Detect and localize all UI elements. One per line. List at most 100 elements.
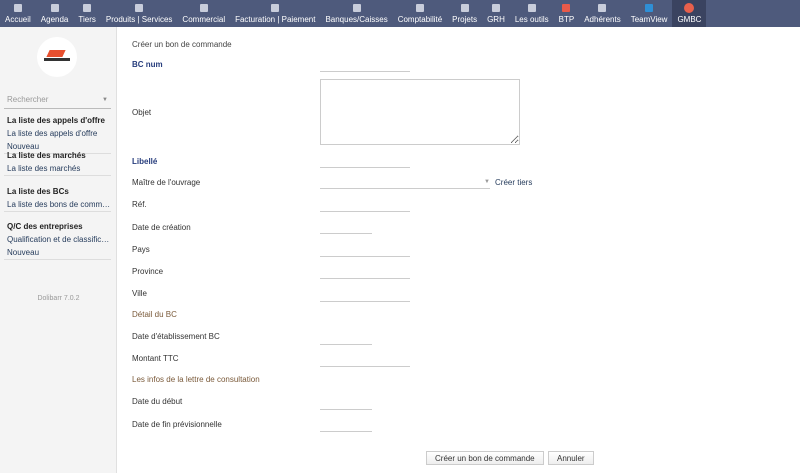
sidebar: Rechercher ▼ La liste des appels d'offre L… xyxy=(0,27,117,473)
montant-ttc-input[interactable] xyxy=(320,366,410,367)
nav-item-tiers[interactable]: Tiers xyxy=(73,0,100,27)
nav-item-gmbc[interactable]: GMBC xyxy=(672,0,707,27)
nav-item-grh[interactable]: GRH xyxy=(482,0,510,27)
nav-item-label: Commercial xyxy=(182,15,226,24)
field-label: Date de fin prévisionnelle xyxy=(132,420,222,429)
page-title: Créer un bon de commande xyxy=(132,40,232,49)
nav-item-agenda[interactable]: Agenda xyxy=(36,0,74,27)
nav-item-produits-services[interactable]: Produits | Services xyxy=(101,0,178,27)
nav-item-teamview[interactable]: TeamView xyxy=(626,0,673,27)
nav-item-label: Accueil xyxy=(5,15,31,24)
suitcase-icon xyxy=(199,4,208,12)
building-icon xyxy=(83,4,92,12)
cubes-icon xyxy=(135,4,144,12)
sidebar-menu-title[interactable]: Q/C des entreprises xyxy=(4,220,111,233)
nav-item-commercial[interactable]: Commercial xyxy=(177,0,230,27)
field-label: Libellé xyxy=(132,157,158,166)
main-content: Créer un bon de commande BC num Objet Libe… xyxy=(117,27,800,473)
nav-item-label: TeamView xyxy=(630,15,668,24)
section-heading: Détail du BC xyxy=(132,310,177,319)
company-logo[interactable] xyxy=(37,37,77,77)
field-label: Montant TTC xyxy=(132,354,179,363)
field-label: Maître de l'ouvrage xyxy=(132,178,201,187)
field-label: Ville xyxy=(132,289,147,298)
create-order-button[interactable]: Créer un bon de commande xyxy=(426,451,544,465)
sidebar-menu-title[interactable]: La liste des BCs xyxy=(4,185,111,198)
nav-item-label: GMBC xyxy=(677,15,702,24)
sidebar-menu-title[interactable]: La liste des appels d'offre xyxy=(4,114,111,127)
sidebar-menu-block: La liste des appels d'offre La liste des … xyxy=(4,114,111,154)
sidebar-menu-block: La liste des BCs La liste des bons de com… xyxy=(4,185,111,212)
nav-item-les-outils[interactable]: Les outils xyxy=(510,0,554,27)
chevron-down-icon: ▼ xyxy=(102,97,108,103)
nav-item-accueil[interactable]: Accueil xyxy=(0,0,36,27)
nav-item-comptabilit-[interactable]: Comptabilité xyxy=(393,0,447,27)
project-icon xyxy=(460,4,469,12)
nav-item-label: BTP xyxy=(558,15,575,24)
field-label: Objet xyxy=(132,108,152,117)
btp-icon xyxy=(562,4,571,12)
nav-item-label: Comptabilité xyxy=(397,15,443,24)
nav-item-facturation-paiement[interactable]: Facturation | Paiement xyxy=(230,0,320,27)
field-label: Pays xyxy=(132,245,150,254)
sidebar-menu-link[interactable]: La liste des marchés xyxy=(4,162,111,175)
ville-input[interactable] xyxy=(320,301,410,302)
nav-item-banques-caisses[interactable]: Banques/Caisses xyxy=(320,0,392,27)
accounting-icon xyxy=(415,4,424,12)
version-label: Dolibarr 7.0.2 xyxy=(37,295,80,302)
nav-item-label: GRH xyxy=(487,15,505,24)
cancel-button[interactable]: Annuler xyxy=(548,451,594,465)
sidebar-menu-block: La liste des marchés La liste des marchés xyxy=(4,149,111,176)
gmbc-icon xyxy=(684,3,695,13)
field-label: BC num xyxy=(132,60,163,69)
nav-item-label: Banques/Caisses xyxy=(325,15,388,24)
sidebar-menu-link[interactable]: La liste des appels d'offre xyxy=(4,127,111,140)
home-icon xyxy=(13,4,22,12)
date-creation-input[interactable] xyxy=(320,233,372,234)
field-label: Date de création xyxy=(132,223,191,232)
nav-item-label: Les outils xyxy=(514,15,549,24)
bank-icon xyxy=(352,4,361,12)
search-placeholder: Rechercher xyxy=(7,95,49,104)
province-input[interactable] xyxy=(320,278,410,279)
nav-item-label: Agenda xyxy=(40,15,69,24)
pays-input[interactable] xyxy=(320,256,410,257)
date-fin-input[interactable] xyxy=(320,431,372,432)
create-tiers-link[interactable]: Créer tiers xyxy=(495,178,532,187)
maitre-ouvrage-select[interactable] xyxy=(320,188,490,189)
nav-item-label: Facturation | Paiement xyxy=(235,15,316,24)
invoice-icon xyxy=(271,4,280,12)
chevron-down-icon: ▼ xyxy=(484,179,490,185)
field-label: Province xyxy=(132,267,164,276)
logo-mark-icon xyxy=(44,50,70,64)
nav-item-adh-rents[interactable]: Adhérents xyxy=(579,0,625,27)
team-icon xyxy=(645,4,654,12)
sidebar-menu-link[interactable]: La liste des bons de commandes xyxy=(4,198,111,211)
nav-item-label: Projets xyxy=(452,15,478,24)
nav-item-btp[interactable]: BTP xyxy=(554,0,580,27)
sidebar-menu-link[interactable]: Qualification et de classification xyxy=(4,233,111,246)
members-icon xyxy=(598,4,607,12)
top-navigation: Accueil Agenda Tiers Produits | Services Com… xyxy=(0,0,800,27)
libelle-input[interactable] xyxy=(320,167,410,168)
date-etablissement-input[interactable] xyxy=(320,344,372,345)
field-label: Réf. xyxy=(132,200,147,209)
search-select[interactable]: Rechercher ▼ xyxy=(4,95,111,109)
section-heading: Les infos de la lettre de consultation xyxy=(132,375,260,384)
sidebar-menu-title[interactable]: La liste des marchés xyxy=(4,149,111,162)
tools-icon xyxy=(527,4,536,12)
sidebar-menu-block: Q/C des entreprises Qualification et de c… xyxy=(4,220,111,260)
field-label: Date du début xyxy=(132,397,183,406)
objet-textarea[interactable] xyxy=(320,79,520,145)
nav-item-projets[interactable]: Projets xyxy=(447,0,482,27)
date-debut-input[interactable] xyxy=(320,409,372,410)
nav-item-label: Adhérents xyxy=(584,15,621,24)
calendar-icon xyxy=(50,4,59,12)
ref-input[interactable] xyxy=(320,211,410,212)
hr-icon xyxy=(491,4,500,12)
sidebar-menu-link[interactable]: Nouveau xyxy=(4,246,111,259)
nav-item-label: Tiers xyxy=(78,15,96,24)
bc-num-input[interactable] xyxy=(320,71,410,72)
nav-item-label: Produits | Services xyxy=(105,15,173,24)
field-label: Date d'établissement BC xyxy=(132,332,220,341)
